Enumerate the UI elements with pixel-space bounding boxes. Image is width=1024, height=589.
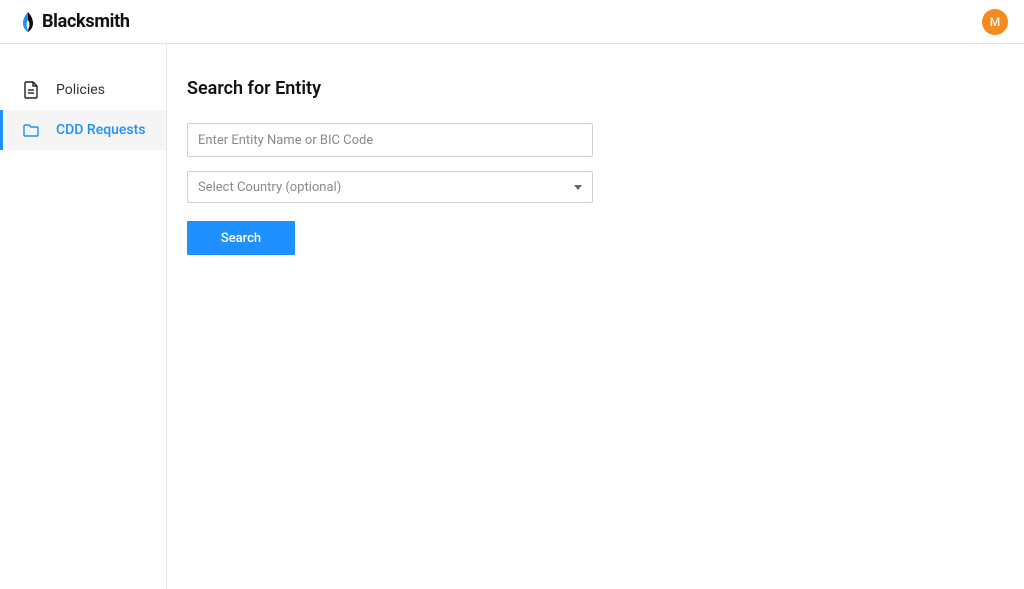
country-select-row: Select Country (optional) [187,171,1004,203]
sidebar-item-policies[interactable]: Policies [0,70,166,110]
sidebar-item-label: CDD Requests [56,122,146,138]
user-avatar[interactable]: M [982,9,1008,35]
country-select[interactable]: Select Country (optional) [187,171,593,203]
search-button-label: Search [221,231,261,246]
page-title: Search for Entity [187,78,1004,99]
entity-input-row [187,123,1004,157]
chevron-down-icon [574,185,582,190]
avatar-initial: M [990,15,1001,29]
sidebar-item-label: Policies [56,82,105,98]
entity-name-input[interactable] [187,123,593,157]
folder-icon [22,121,40,139]
brand-name: Blacksmith [42,11,130,32]
sidebar-item-cdd-requests[interactable]: CDD Requests [0,110,166,150]
document-icon [22,81,40,99]
flame-icon [20,12,36,32]
layout: Policies CDD Requests Search for Entity … [0,44,1024,589]
main-content: Search for Entity Select Country (option… [167,44,1024,589]
sidebar: Policies CDD Requests [0,44,167,589]
app-header: Blacksmith M [0,0,1024,44]
brand: Blacksmith [20,11,130,32]
country-select-placeholder: Select Country (optional) [198,180,341,195]
search-button[interactable]: Search [187,221,295,255]
